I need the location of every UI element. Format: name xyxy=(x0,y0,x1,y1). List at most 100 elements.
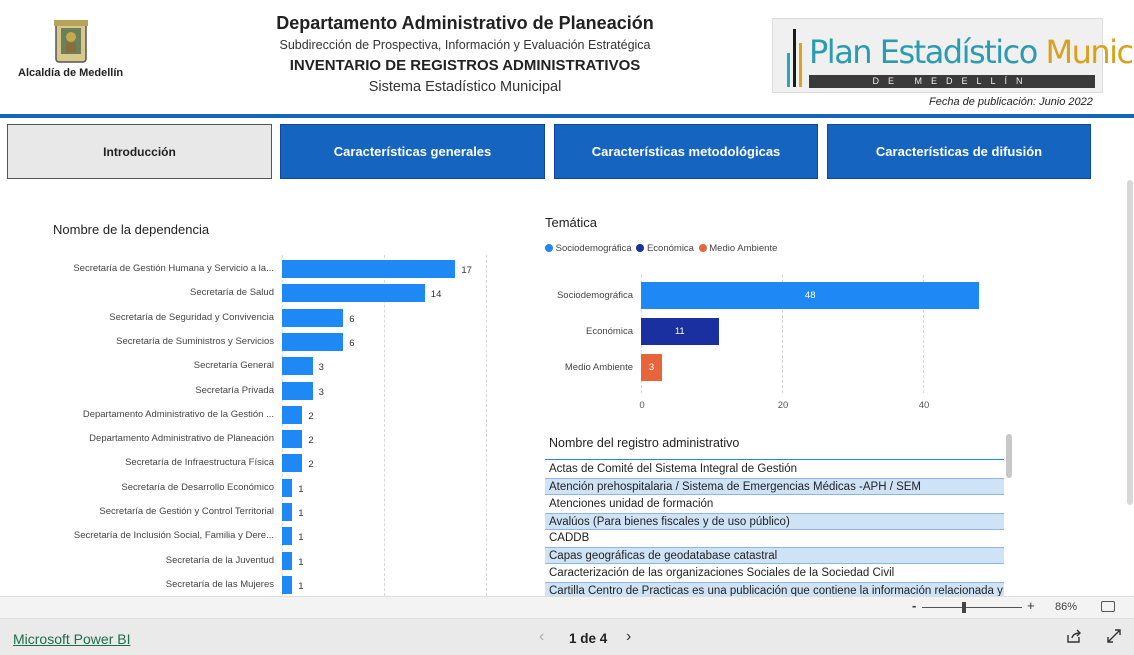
department-title: Departamento Administrativo de Planeació… xyxy=(276,13,654,33)
data-label: 2 xyxy=(308,410,314,422)
dependencia-chart-title: Nombre de la dependencia xyxy=(53,222,210,237)
data-bar[interactable] xyxy=(282,478,293,497)
data-label: 3 xyxy=(318,362,324,374)
data-label: 6 xyxy=(349,313,355,325)
tematica-chart-title: Temática xyxy=(545,215,598,230)
data-label: 3 xyxy=(648,362,655,373)
table-row[interactable]: Capas geográficas de geodatabase catastr… xyxy=(545,547,1004,564)
publication-date: Fecha de publicación: Junio 2022 xyxy=(929,96,1093,108)
org-name: Alcaldía de Medellín xyxy=(18,67,124,79)
gridline xyxy=(384,255,385,596)
data-label: 14 xyxy=(430,289,442,301)
tab-caracteristicas-generales[interactable]: Características generales xyxy=(280,124,545,179)
share-icon[interactable] xyxy=(1066,628,1082,644)
powerbi-footer: Microsoft Power BI ‹ 1 de 4 › xyxy=(0,618,1134,655)
plan-estadistico-logo: Plan Estadístico Municipal DE MEDELLÍN xyxy=(772,18,1134,93)
data-bar[interactable] xyxy=(282,357,313,376)
table-row[interactable]: Atenciones unidad de formación xyxy=(545,496,1004,513)
tab-caracteristicas-metodologicas[interactable]: Características metodológicas xyxy=(554,124,818,179)
zoom-slider-track[interactable] xyxy=(922,607,1022,608)
tematica-legend: Sociodemográfica Económica Medio Ambient… xyxy=(545,243,777,254)
legend-item-sociodemografica[interactable]: Sociodemográfica xyxy=(556,243,632,254)
legend-dot-icon xyxy=(545,244,553,253)
coat-of-arms-logo xyxy=(52,20,90,64)
data-bar[interactable] xyxy=(282,527,293,546)
zoom-bar: - + 86% xyxy=(0,596,1134,618)
legend-dot-icon xyxy=(636,244,645,253)
category-label: Secretaría de Desarrollo Económico xyxy=(121,481,274,493)
next-page-icon[interactable]: › xyxy=(626,628,631,646)
category-label: Secretaría de Gestión y Control Territor… xyxy=(99,506,274,517)
data-label: 17 xyxy=(461,265,472,276)
category-label: Secretaría de la Juventud xyxy=(165,554,274,566)
page-scrollbar[interactable] xyxy=(1127,180,1133,505)
data-bar[interactable] xyxy=(282,454,303,473)
table-row[interactable]: Atención prehospitalaria / Sistema de Em… xyxy=(545,478,1004,495)
category-label: Secretaría de Inclusión Social, Familia … xyxy=(73,530,274,542)
logo-text-municipal: Municipal xyxy=(1045,33,1134,71)
data-label: 2 xyxy=(308,459,314,471)
legend-dot-icon xyxy=(698,244,707,253)
data-bar[interactable] xyxy=(282,260,456,278)
data-label: 48 xyxy=(804,290,816,301)
x-tick-label: 0 xyxy=(639,400,645,411)
data-bar[interactable] xyxy=(282,503,293,521)
data-bar[interactable] xyxy=(282,332,344,351)
data-bar[interactable] xyxy=(282,308,344,327)
category-label: Secretaría de Seguridad y Convivencia xyxy=(109,311,274,323)
category-label: Secretaría de Suministros y Servicios xyxy=(116,335,274,347)
zoom-out-button[interactable]: - xyxy=(912,598,916,613)
table-row[interactable]: Avalúos (Para bienes fiscales y de uso p… xyxy=(545,513,1004,530)
category-label: Secretaría Privada xyxy=(195,384,274,396)
data-label: 1 xyxy=(298,556,304,568)
zoom-slider-thumb[interactable] xyxy=(962,602,966,613)
legend-item-medio-ambiente[interactable]: Medio Ambiente xyxy=(709,243,777,254)
category-label: Secretaría de Gestión Humana y Servicio … xyxy=(73,263,274,274)
category-label: Departamento Administrativo de la Gestió… xyxy=(82,408,274,420)
data-bar[interactable] xyxy=(282,405,303,424)
zoom-level: 86% xyxy=(1055,601,1078,613)
gridline xyxy=(486,255,487,596)
zoom-in-button[interactable]: + xyxy=(1027,598,1035,613)
tab-caracteristicas-difusion[interactable]: Características de difusión xyxy=(827,124,1091,179)
data-label: 1 xyxy=(298,532,304,544)
prev-page-icon[interactable]: ‹ xyxy=(539,628,544,646)
tab-introduccion[interactable]: Introducción xyxy=(7,124,272,179)
subdirection-subtitle: Subdirección de Prospectiva, Información… xyxy=(279,38,651,52)
category-label: Medio Ambiente xyxy=(564,362,633,373)
fullscreen-icon[interactable] xyxy=(1106,628,1122,644)
legend-item-economica[interactable]: Económica xyxy=(647,243,694,254)
data-bar[interactable] xyxy=(282,575,293,594)
category-label: Secretaría de Infraestructura Física xyxy=(125,457,274,469)
data-bar[interactable] xyxy=(282,381,313,400)
inventory-heading: INVENTARIO DE REGISTROS ADMINISTRATIVOS xyxy=(289,57,641,74)
data-label: 3 xyxy=(318,386,324,398)
logo-text-plan: Plan Estadístico xyxy=(809,33,1038,71)
data-label: 1 xyxy=(298,508,304,519)
table-header-divider xyxy=(545,459,1004,460)
data-label: 6 xyxy=(349,337,355,349)
table-row[interactable]: Caracterización de las organizaciones So… xyxy=(545,565,1004,582)
table-row[interactable]: Actas de Comité del Sistema Integral de … xyxy=(545,461,1004,478)
registro-table-header[interactable]: Nombre del registro administrativo xyxy=(549,436,739,450)
page-indicator: 1 de 4 xyxy=(569,631,608,646)
fit-to-page-icon[interactable] xyxy=(1101,601,1115,612)
x-tick-label: 20 xyxy=(777,400,789,411)
system-subtitle: Sistema Estadístico Municipal xyxy=(368,79,562,95)
category-label: Secretaría de Salud xyxy=(190,287,274,299)
table-row[interactable]: Cartilla Centro de Practicas es una publ… xyxy=(545,582,1004,596)
category-label: Sociodemográfica xyxy=(556,290,633,301)
table-row[interactable]: CADDB xyxy=(545,530,1004,547)
category-label: Secretaría General xyxy=(193,360,274,372)
category-label: Secretaría de las Mujeres xyxy=(165,578,274,590)
data-label: 2 xyxy=(308,435,314,447)
data-bar[interactable] xyxy=(282,551,293,570)
table-scrollbar[interactable] xyxy=(1006,434,1012,478)
powerbi-link[interactable]: Microsoft Power BI xyxy=(13,631,130,647)
data-bar[interactable] xyxy=(282,430,303,449)
category-label: Económica xyxy=(586,326,633,337)
data-label: 1 xyxy=(298,483,304,495)
data-bar[interactable] xyxy=(282,284,425,303)
report-canvas: Alcaldía de Medellín Departamento Admini… xyxy=(0,0,1134,596)
x-tick-label: 40 xyxy=(918,400,930,411)
